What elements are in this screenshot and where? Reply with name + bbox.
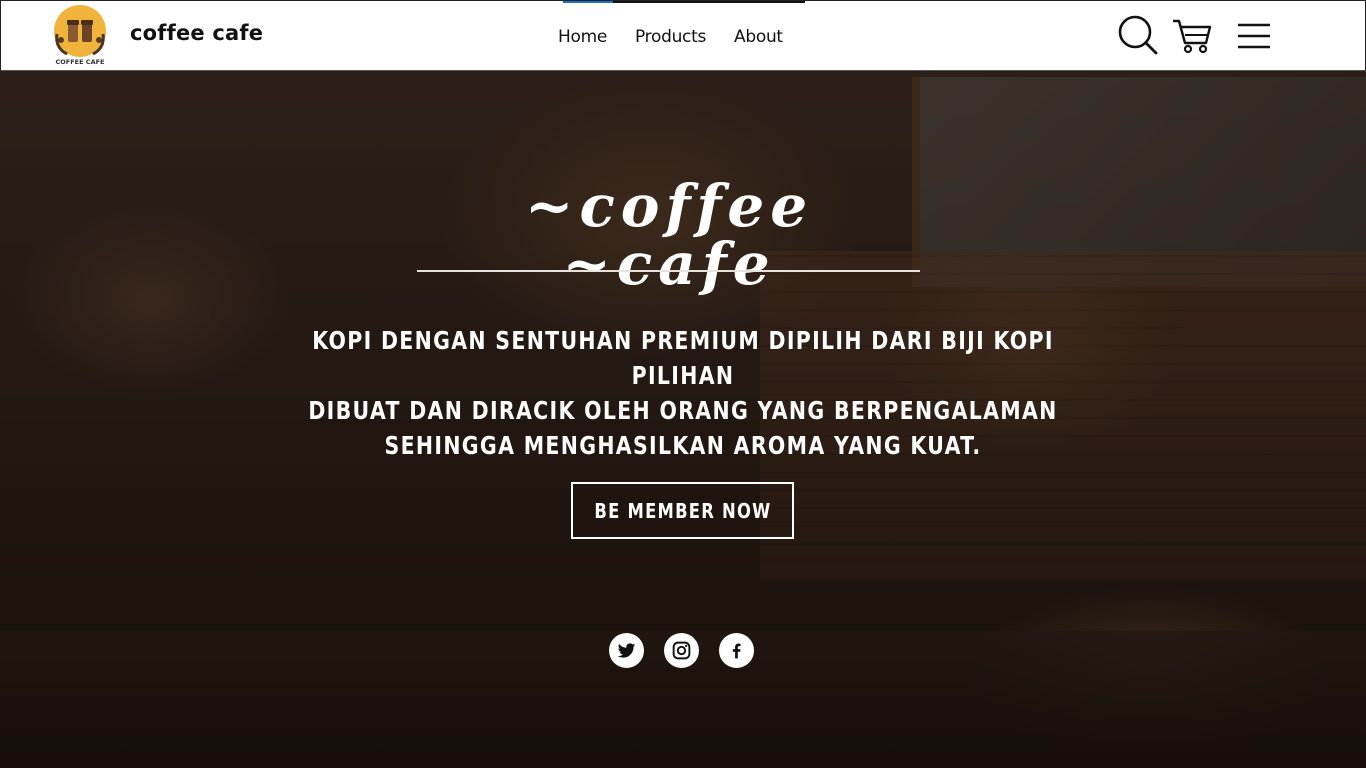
facebook-icon[interactable] bbox=[719, 633, 754, 668]
tagline-line-2: DIBUAT DAN DIRACIK OLEH ORANG YANG BERPE… bbox=[308, 396, 1058, 425]
hero-tagline: KOPI DENGAN SENTUHAN PREMIUM DIPILIH DAR… bbox=[273, 323, 1093, 463]
instagram-icon[interactable] bbox=[664, 633, 699, 668]
coffee-cafe-logo-icon: COFFEE CAFE bbox=[54, 5, 106, 66]
title-underline bbox=[417, 270, 920, 272]
hero-title: ~coffee ~cafe bbox=[524, 172, 814, 298]
nav-about[interactable]: About bbox=[734, 27, 783, 47]
site-header: COFFEE CAFE coffee cafe Home Products Ab… bbox=[0, 0, 1366, 71]
nav-products[interactable]: Products bbox=[635, 27, 706, 47]
nav-indicator bbox=[563, 1, 805, 3]
be-member-button[interactable]: BE MEMBER NOW bbox=[571, 482, 794, 539]
social-links bbox=[609, 633, 754, 668]
tagline-line-1: KOPI DENGAN SENTUHAN PREMIUM DIPILIH DAR… bbox=[312, 326, 1054, 390]
logo[interactable]: COFFEE CAFE bbox=[49, 4, 111, 66]
hero-section: ~coffee ~cafe KOPI DENGAN SENTUHAN PREMI… bbox=[0, 71, 1366, 768]
brand-name[interactable]: coffee cafe bbox=[130, 21, 263, 45]
search-icon[interactable] bbox=[1116, 13, 1160, 57]
tagline-line-3: SEHINGGA MENGHASILKAN AROMA YANG KUAT. bbox=[384, 431, 982, 460]
twitter-icon[interactable] bbox=[609, 633, 644, 668]
be-member-label: BE MEMBER NOW bbox=[593, 498, 772, 523]
main-nav: Home Products About bbox=[558, 27, 783, 47]
menu-icon[interactable] bbox=[1231, 13, 1275, 57]
svg-text:COFFEE CAFE: COFFEE CAFE bbox=[55, 58, 104, 66]
nav-home[interactable]: Home bbox=[558, 27, 607, 47]
cart-icon[interactable] bbox=[1170, 13, 1214, 57]
